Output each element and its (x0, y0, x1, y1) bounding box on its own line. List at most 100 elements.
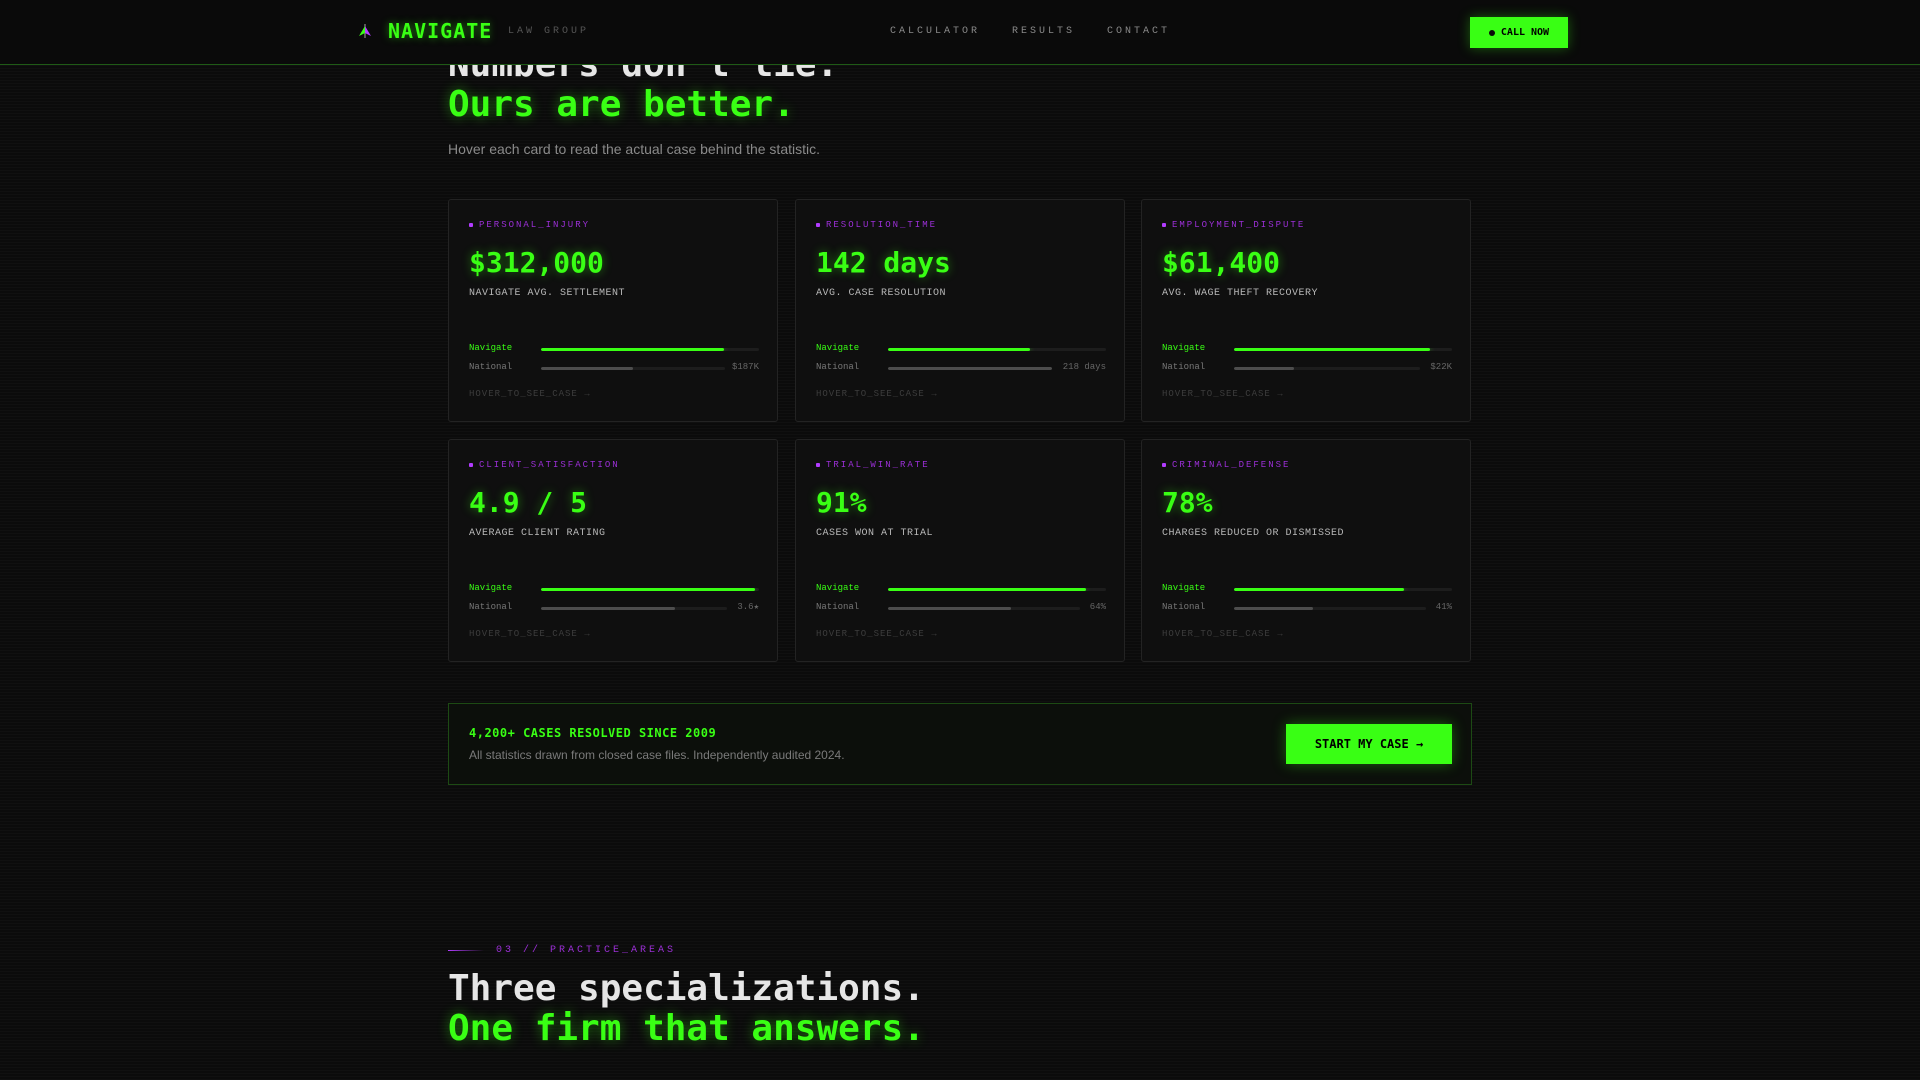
navigate-bar-row: Navigate (816, 343, 1106, 355)
national-bar-row: National $187K (469, 362, 759, 374)
tag-dot-icon (469, 223, 473, 227)
navigate-bar-label: Navigate (816, 343, 860, 353)
card-tag: RESOLUTION_TIME (816, 220, 937, 230)
national-bar-track (888, 607, 1080, 610)
card-label: NAVIGATE AVG. SETTLEMENT (469, 288, 626, 299)
national-bar-track (1234, 367, 1420, 370)
card-label: AVERAGE CLIENT RATING (469, 528, 606, 539)
navigate-bar-track (541, 348, 759, 351)
hover-to-see-case-link[interactable]: HOVER_TO_SEE_CASE → (816, 629, 938, 639)
card-value: 4.9 / 5 (469, 486, 588, 519)
navigate-bar-label: Navigate (469, 583, 513, 593)
navigate-bar-label: Navigate (1162, 343, 1206, 353)
national-bar-fill (888, 367, 1052, 370)
navigate-bar-row: Navigate (816, 583, 1106, 595)
navigate-bar-label: Navigate (816, 583, 860, 593)
start-my-case-button[interactable]: START MY CASE → (1286, 724, 1452, 764)
national-bar-row: National $22K (1162, 362, 1452, 374)
hero-subtitle: Hover each card to read the actual case … (448, 141, 820, 157)
navigate-bar-row: Navigate (469, 583, 759, 595)
card-value: 78% (1162, 486, 1213, 519)
navigate-bar-track (1234, 348, 1452, 351)
card-tag-text: CLIENT_SATISFACTION (479, 460, 620, 470)
stat-card-trial-win-rate[interactable]: TRIAL_WIN_RATE 91% CASES WON AT TRIAL Na… (795, 439, 1125, 662)
logo-icon (359, 24, 371, 38)
banner-subtitle: All statistics drawn from closed case fi… (469, 748, 845, 762)
national-bar-fill (1234, 607, 1313, 610)
banner-title: 4,200+ CASES RESOLVED SINCE 2009 (469, 726, 717, 740)
hover-to-see-case-link[interactable]: HOVER_TO_SEE_CASE → (1162, 629, 1284, 639)
card-value: $312,000 (469, 246, 604, 279)
status-dot-icon (1488, 29, 1495, 36)
cases-resolved-banner: 4,200+ CASES RESOLVED SINCE 2009 All sta… (448, 703, 1472, 785)
national-value: 218 days (1062, 362, 1106, 372)
stat-card-client-satisfaction[interactable]: CLIENT_SATISFACTION 4.9 / 5 AVERAGE CLIE… (448, 439, 778, 662)
stat-card-criminal-defense[interactable]: CRIMINAL_DEFENSE 78% CHARGES REDUCED OR … (1141, 439, 1471, 662)
navigate-bar-row: Navigate (469, 343, 759, 355)
national-bar-fill (1234, 367, 1294, 370)
navigate-bar-fill (888, 588, 1087, 591)
tag-dot-icon (1162, 463, 1166, 467)
practice-title-line1: Three specializations. (448, 968, 925, 1009)
navigate-bar-track (1234, 588, 1452, 591)
nav-link-results[interactable]: RESULTS (1012, 26, 1075, 37)
national-bar-track (541, 367, 725, 370)
hover-to-see-case-link[interactable]: HOVER_TO_SEE_CASE → (469, 389, 591, 399)
national-bar-label: National (816, 362, 860, 372)
tag-dot-icon (816, 463, 820, 467)
national-bar-fill (888, 607, 1011, 610)
tag-dot-icon (1162, 223, 1166, 227)
hero-title-line2: Ours are better. (448, 84, 795, 125)
card-tag-text: EMPLOYMENT_DISPUTE (1172, 220, 1306, 230)
national-value: 64% (1089, 602, 1106, 612)
nav-link-contact[interactable]: CONTACT (1107, 26, 1170, 37)
card-tag-text: RESOLUTION_TIME (826, 220, 938, 230)
national-bar-track (888, 367, 1052, 370)
national-value: 3.6★ (737, 602, 759, 612)
brand-name[interactable]: NAVIGATE (388, 19, 492, 43)
section-tag: 03 // PRACTICE_AREAS (448, 945, 676, 956)
stat-card-resolution-time[interactable]: RESOLUTION_TIME 142 days AVG. CASE RESOL… (795, 199, 1125, 422)
card-tag: PERSONAL_INJURY (469, 220, 590, 230)
card-value: $61,400 (1162, 246, 1281, 279)
section-tag-line (448, 950, 484, 951)
national-value: $22K (1430, 362, 1452, 372)
card-tag: CLIENT_SATISFACTION (469, 460, 620, 470)
stat-card-employment-dispute[interactable]: EMPLOYMENT_DISPUTE $61,400 AVG. WAGE THE… (1141, 199, 1471, 422)
navigate-bar-row: Navigate (1162, 583, 1452, 595)
practice-title-line2: One firm that answers. (448, 1008, 925, 1049)
national-value: $187K (731, 362, 759, 372)
national-value: 41% (1435, 602, 1452, 612)
national-bar-fill (541, 607, 675, 610)
national-bar-track (541, 607, 727, 610)
card-label: AVG. WAGE THEFT RECOVERY (1162, 288, 1319, 299)
navigate-bar-row: Navigate (1162, 343, 1452, 355)
national-bar-row: National 218 days (816, 362, 1106, 374)
card-tag: CRIMINAL_DEFENSE (1162, 460, 1290, 470)
navigate-bar-fill (1234, 588, 1405, 591)
navigate-bar-fill (541, 588, 755, 591)
national-bar-label: National (469, 362, 513, 372)
navigate-bar-label: Navigate (1162, 583, 1206, 593)
navigate-bar-fill (1234, 348, 1431, 351)
stat-card-personal-injury[interactable]: PERSONAL_INJURY $312,000 NAVIGATE AVG. S… (448, 199, 778, 422)
site-header: NAVIGATE LAW GROUP CALCULATOR RESULTS CO… (0, 0, 1920, 65)
brand-subtitle: LAW GROUP (508, 26, 590, 37)
tag-dot-icon (816, 223, 820, 227)
national-bar-row: National 64% (816, 602, 1106, 614)
call-now-button[interactable]: CALL NOW (1470, 17, 1568, 48)
nav-link-calculator[interactable]: CALCULATOR (890, 26, 980, 37)
card-value: 142 days (816, 246, 951, 279)
call-now-label: CALL NOW (1500, 27, 1550, 38)
card-value: 91% (816, 486, 867, 519)
hover-to-see-case-link[interactable]: HOVER_TO_SEE_CASE → (469, 629, 591, 639)
hover-to-see-case-link[interactable]: HOVER_TO_SEE_CASE → (816, 389, 938, 399)
card-tag-text: TRIAL_WIN_RATE (826, 460, 930, 470)
national-bar-row: National 41% (1162, 602, 1452, 614)
navigate-bar-fill (888, 348, 1030, 351)
hover-to-see-case-link[interactable]: HOVER_TO_SEE_CASE → (1162, 389, 1284, 399)
national-bar-label: National (1162, 602, 1206, 612)
national-bar-track (1234, 607, 1426, 610)
navigate-bar-label: Navigate (469, 343, 513, 353)
card-label: AVG. CASE RESOLUTION (816, 288, 947, 299)
